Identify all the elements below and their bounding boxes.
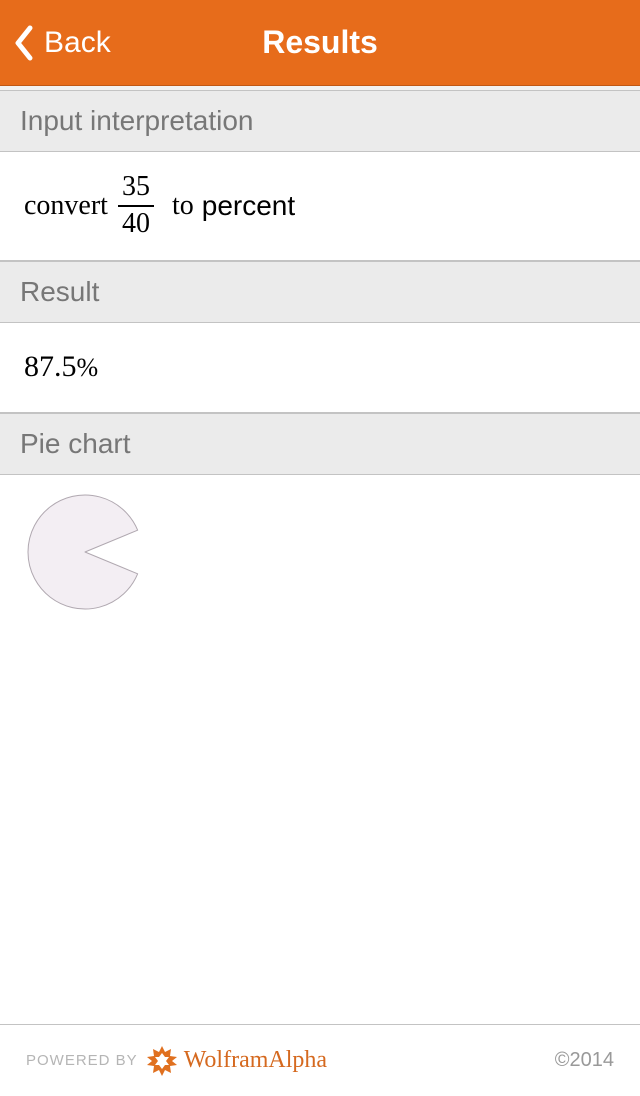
back-label: Back	[44, 26, 111, 60]
section-header-result: Result	[0, 261, 640, 323]
footer-branding: POWERED BY WolframAlpha	[26, 1045, 327, 1077]
section-content-pie-chart	[0, 475, 640, 629]
to-text: to	[172, 190, 194, 222]
wolfram-alpha-text: WolframAlpha	[184, 1047, 327, 1074]
copyright-text: ©2014	[555, 1049, 614, 1072]
result-unit: %	[77, 353, 99, 382]
percent-text: percent	[202, 190, 295, 222]
section-content-input-interpretation: convert 35 40 to percent	[0, 152, 640, 261]
powered-by-label: POWERED BY	[26, 1052, 138, 1069]
header-bar: Back Results	[0, 0, 640, 86]
math-expression: convert 35 40 to percent	[24, 172, 295, 240]
fraction: 35 40	[118, 172, 154, 240]
alpha-text: Alpha	[268, 1047, 327, 1073]
pie-chart-icon	[26, 493, 144, 611]
wolfram-logo-icon	[146, 1045, 178, 1077]
back-button[interactable]: Back	[0, 25, 111, 61]
fraction-line	[118, 205, 154, 207]
fraction-denominator: 40	[122, 209, 150, 240]
page-title: Results	[262, 24, 378, 61]
footer: POWERED BY WolframAlpha ©2014	[0, 1024, 640, 1096]
fraction-numerator: 35	[122, 172, 150, 203]
section-content-result: 87.5%	[0, 323, 640, 413]
chevron-left-icon	[14, 25, 34, 61]
convert-text: convert	[24, 190, 108, 222]
wolfram-text: Wolfram	[184, 1047, 269, 1073]
section-header-pie-chart: Pie chart	[0, 413, 640, 475]
section-header-input-interpretation: Input interpretation	[0, 90, 640, 152]
result-value: 87.5%	[24, 350, 98, 384]
result-number: 87.5	[24, 350, 77, 383]
